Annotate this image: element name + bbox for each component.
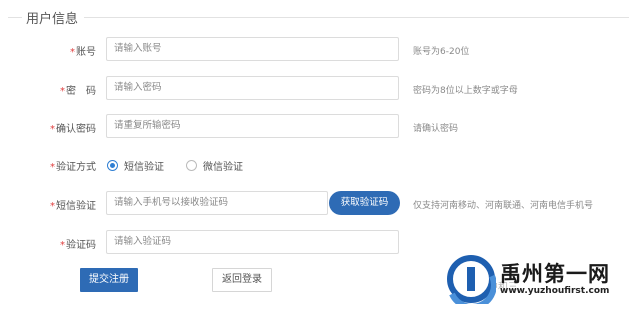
back-to-login-button[interactable]: 返回登录: [212, 268, 272, 292]
wechat-radio-label[interactable]: 微信验证: [203, 158, 243, 173]
logo-title: 禹州第一网: [500, 262, 610, 286]
confirm-input[interactable]: 请重复所输密码: [106, 114, 399, 138]
sms-row: *短信验证 请输入手机号以接收验证码 获取验证码 仅支持河南移动、河南联通、河南…: [0, 191, 641, 217]
get-code-button[interactable]: 获取验证码: [329, 191, 400, 215]
account-label: *账号: [70, 47, 96, 58]
password-hint: 密码为8位以上数字或字母: [413, 86, 518, 96]
sms-radio[interactable]: [107, 160, 118, 171]
sms-label: *短信验证: [50, 201, 96, 212]
confirm-row: *确认密码 请重复所输密码 请确认密码: [0, 114, 641, 140]
sms-hint: 仅支持河南移动、河南联通、河南电信手机号: [413, 201, 594, 211]
account-row: *账号 请输入账号 账号为6-20位: [0, 37, 641, 63]
watermark-logo: 禹州第一网 www.yuzhoufirst.com: [446, 252, 626, 306]
password-row: *密 码 请输入密码 密码为8位以上数字或字母: [0, 76, 641, 102]
section-line: [8, 17, 629, 18]
account-hint: 账号为6-20位: [413, 47, 470, 57]
section-title: 用户信息: [22, 8, 85, 27]
phone-input[interactable]: 请输入手机号以接收验证码: [106, 191, 328, 215]
sms-radio-label[interactable]: 短信验证: [124, 158, 164, 173]
account-input[interactable]: 请输入账号: [106, 37, 399, 61]
logo-url: www.yuzhoufirst.com: [500, 286, 610, 296]
password-label: *密 码: [60, 86, 96, 97]
confirm-hint: 请确认密码: [413, 124, 459, 134]
password-input[interactable]: 请输入密码: [106, 76, 399, 100]
code-input[interactable]: 请输入验证码: [106, 230, 399, 254]
method-label: *验证方式: [50, 162, 96, 173]
wechat-radio[interactable]: [186, 160, 197, 171]
logo-icon: [447, 255, 496, 304]
submit-button[interactable]: 提交注册: [80, 268, 138, 292]
confirm-label: *确认密码: [50, 124, 96, 135]
code-label: *验证码: [60, 240, 96, 251]
method-row: *验证方式 短信验证 微信验证: [0, 152, 641, 178]
